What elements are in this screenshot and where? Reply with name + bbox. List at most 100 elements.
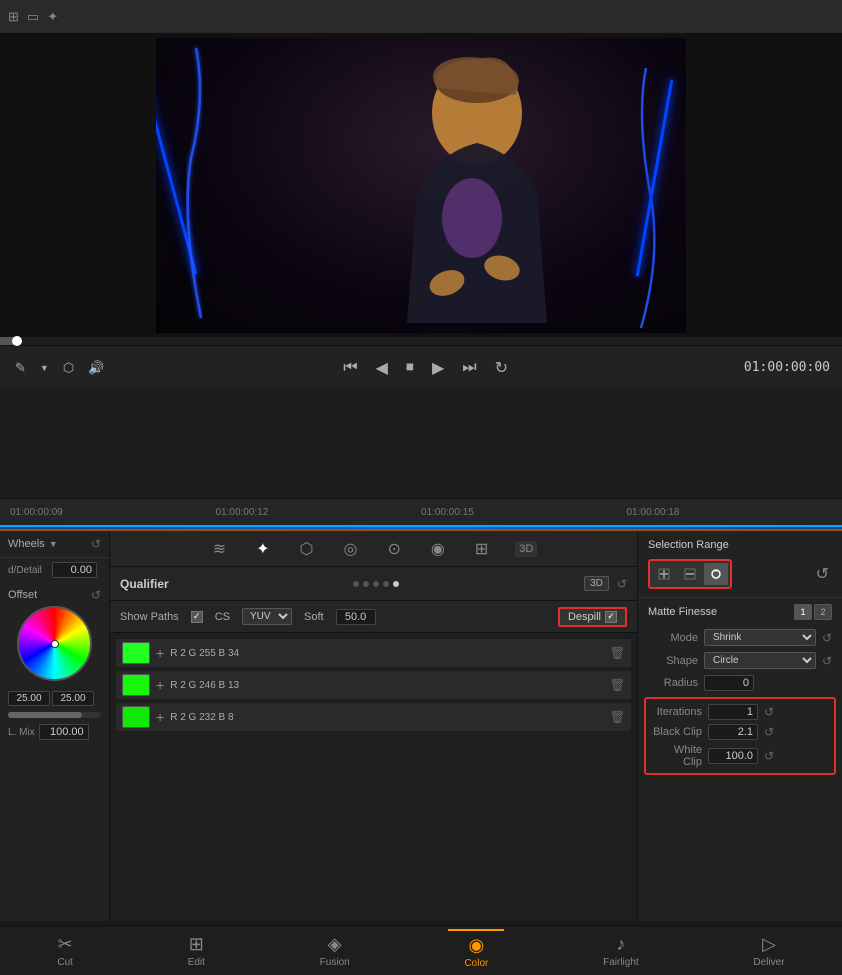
nav-item-deliver[interactable]: ▷ Deliver [737, 930, 800, 972]
show-paths-label: Show Paths [120, 611, 179, 623]
color-picker-btn[interactable]: ✎ [12, 357, 29, 379]
nav-item-cut[interactable]: ✂ Cut [41, 930, 89, 972]
color-swatch-3[interactable] [122, 706, 150, 728]
layer-icon[interactable]: ⬡ [60, 357, 77, 379]
range-selection-btn[interactable] [704, 563, 728, 585]
offset-reset[interactable]: ↺ [91, 588, 101, 602]
monitor-icon[interactable]: ▭ [27, 9, 39, 25]
timecode-display: 01:00:00:00 [744, 360, 830, 375]
qualifier-reset[interactable]: ↺ [617, 577, 627, 591]
delete-color-1[interactable]: 🗑 [610, 646, 625, 660]
despill-button[interactable]: Despill ✓ [558, 607, 627, 627]
volume-icon[interactable]: 🔊 [85, 357, 107, 379]
color-swatch-2[interactable] [122, 674, 150, 696]
color-values-3: R 2 G 232 B 8 [170, 712, 604, 723]
play-button[interactable]: ▶ [429, 355, 447, 381]
grid-icon[interactable]: ⊞ [8, 9, 19, 25]
qualifier-tool-icon[interactable]: ✦ [253, 536, 272, 562]
skip-to-start-button[interactable]: ⏮ [340, 356, 360, 380]
cycle-view-btn[interactable]: ↺ [813, 561, 832, 587]
low-value-input[interactable] [8, 691, 50, 706]
bottom-nav: ✂ Cut ⊞ Edit ◈ Fusion ◉ Color ♪ Fairligh… [0, 925, 842, 975]
add-to-selection-btn[interactable] [652, 563, 676, 585]
radius-label: Radius [648, 677, 698, 689]
nav-item-fusion[interactable]: ◈ Fusion [304, 930, 366, 972]
add-color-btn-1[interactable]: + [156, 645, 164, 661]
high-value-input[interactable] [52, 691, 94, 706]
color-wheel-handle[interactable] [51, 640, 59, 648]
offset-label: Offset ↺ [8, 588, 101, 602]
shape-reset[interactable]: ↺ [822, 654, 832, 668]
black-clip-reset[interactable]: ↺ [764, 725, 774, 739]
matte-finesse-tab-1[interactable]: 1 [794, 604, 812, 620]
white-clip-reset[interactable]: ↺ [764, 749, 774, 763]
lmix-row: L. Mix [0, 720, 109, 744]
add-color-btn-2[interactable]: + [156, 677, 164, 693]
blur-icon[interactable]: ⊙ [384, 536, 403, 562]
despill-checkbox[interactable]: ✓ [605, 611, 617, 623]
curves-icon[interactable]: ≋ [210, 536, 229, 562]
playback-left-tools: ✎ ▼ ⬡ 🔊 [12, 357, 107, 379]
soft-input[interactable] [336, 609, 376, 625]
nav-item-edit[interactable]: ⊞ Edit [172, 930, 221, 972]
color-swatch-1[interactable] [122, 642, 150, 664]
dropdown-arrow[interactable]: ▼ [37, 360, 52, 376]
white-clip-input[interactable] [708, 748, 758, 764]
video-preview [156, 38, 686, 333]
magic-icon[interactable]: ✦ [47, 9, 58, 25]
mode-reset[interactable]: ↺ [822, 631, 832, 645]
show-paths-cb-box[interactable]: ✓ [191, 611, 203, 623]
playback-center-controls: ⏮ ◀ ⏹ ▶ ⏭ ↻ [340, 355, 511, 381]
dot-1 [353, 581, 359, 587]
sliders-row [0, 687, 109, 710]
timeline-handle[interactable] [12, 336, 22, 346]
mode-row: Mode Shrink Grow Open Close ↺ [638, 626, 842, 649]
matte-finesse-tab-2[interactable]: 2 [814, 604, 832, 620]
wheels-reset[interactable]: ↺ [91, 537, 101, 551]
show-paths-checkbox[interactable]: ✓ [191, 611, 203, 623]
color-warp-icon[interactable]: ◉ [428, 536, 448, 562]
wheels-header: Wheels ▼ ↺ [0, 531, 109, 558]
nav-item-fairlight[interactable]: ♪ Fairlight [587, 930, 655, 972]
step-back-button[interactable]: ◀ [373, 355, 391, 381]
iterations-input[interactable] [708, 704, 758, 720]
delete-color-2[interactable]: 🗑 [610, 678, 625, 692]
3d-lut-icon[interactable]: 3D [515, 541, 537, 557]
color-wheel[interactable] [17, 606, 92, 681]
detail-input[interactable] [52, 562, 97, 578]
blue-lines [156, 38, 686, 333]
fast-forward-button[interactable]: ⏭ [459, 356, 479, 380]
table-row: + R 2 G 232 B 8 🗑 [116, 703, 631, 731]
fusion-icon: ◈ [328, 934, 342, 955]
yuv-select[interactable]: YUV RGB HSL [242, 608, 292, 625]
radius-input[interactable] [704, 675, 754, 691]
video-frame [0, 34, 842, 337]
lmix-input[interactable] [39, 724, 89, 740]
wheels-dropdown[interactable]: ▼ [49, 539, 58, 549]
stop-button[interactable]: ⏹ [403, 356, 417, 380]
loop-button[interactable]: ↻ [492, 355, 511, 381]
left-panel: Wheels ▼ ↺ d/Detail Offset ↺ L. [0, 531, 110, 921]
3d-mode-button[interactable]: 3D [584, 576, 609, 591]
iterations-reset[interactable]: ↺ [764, 705, 774, 719]
nav-item-color[interactable]: ◉ Color [448, 929, 504, 973]
color-values-2: R 2 G 246 B 13 [170, 680, 604, 691]
mode-select[interactable]: Shrink Grow Open Close [704, 629, 816, 646]
wheels-label[interactable]: Wheels ▼ [8, 538, 58, 550]
vignette-icon[interactable]: ◎ [340, 536, 360, 562]
delete-color-3[interactable]: 🗑 [610, 710, 625, 724]
remove-from-selection-btn[interactable] [678, 563, 702, 585]
range-slider[interactable] [8, 712, 101, 718]
mask-icon[interactable]: ⊞ [472, 536, 491, 562]
pipette-icon[interactable]: ⬡ [297, 536, 317, 562]
timeline-scrubber[interactable] [0, 337, 842, 345]
shape-select[interactable]: Circle Square Diamond [704, 652, 816, 669]
top-toolbar: ⊞ ▭ ✦ [0, 0, 842, 34]
edit-icon: ⊞ [189, 934, 204, 955]
black-clip-input[interactable] [708, 724, 758, 740]
dot-3 [373, 581, 379, 587]
timeline-ruler: 01:00:00:09 01:00:00:12 01:00:00:15 01:0… [0, 499, 842, 527]
add-color-btn-3[interactable]: + [156, 709, 164, 725]
selection-range-header: Selection Range [638, 531, 842, 555]
shape-label: Shape [648, 655, 698, 667]
